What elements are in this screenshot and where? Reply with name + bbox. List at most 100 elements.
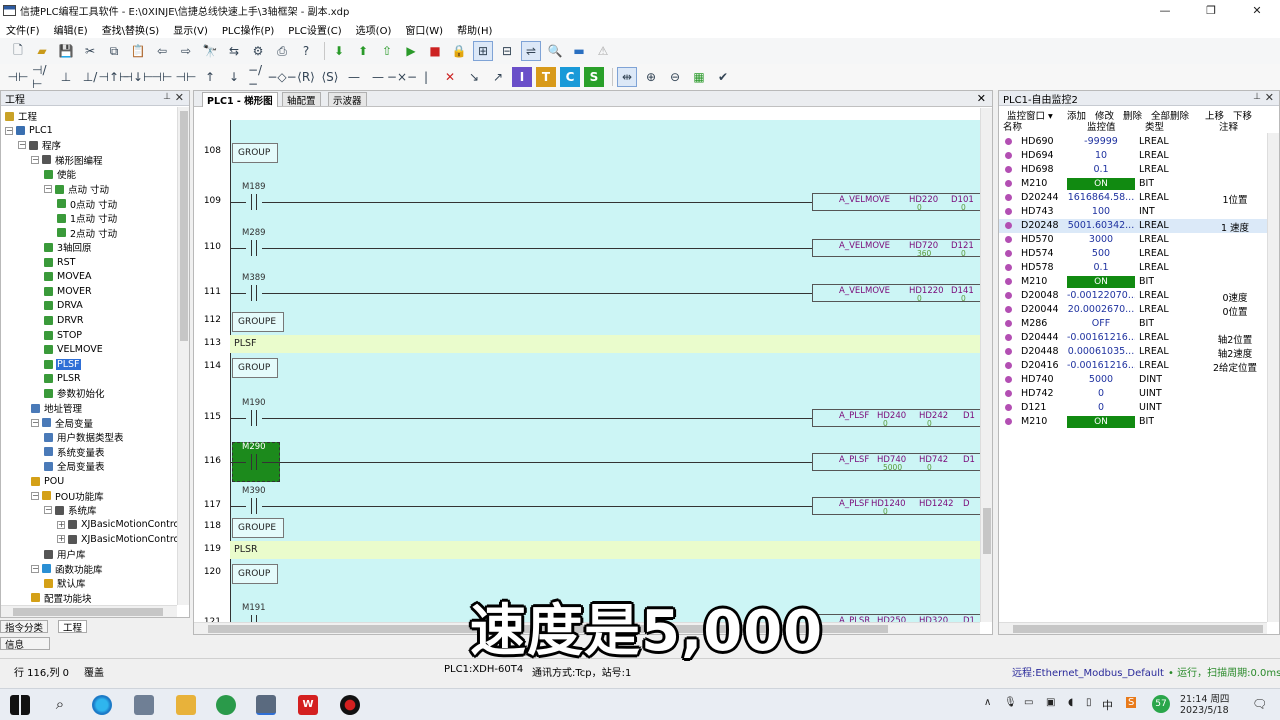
- contact-no-symbol[interactable]: [246, 285, 262, 301]
- instruction-t-icon[interactable]: T: [536, 67, 556, 87]
- vline-icon[interactable]: |: [416, 67, 436, 87]
- contact-orn-icon[interactable]: ⊥/: [80, 67, 100, 87]
- monitor-value[interactable]: ON: [1067, 276, 1135, 288]
- monitor-hscrollbar[interactable]: [999, 622, 1267, 634]
- monitor-row[interactable]: D20444 -0.00161216... LREAL 轴2位置: [999, 331, 1267, 346]
- pin-icon[interactable]: ⊥: [163, 92, 171, 102]
- monitor-value[interactable]: 1616864.58...: [1067, 192, 1135, 203]
- menu-window[interactable]: 窗口(W): [405, 22, 443, 37]
- tree-item[interactable]: 配置功能块: [31, 591, 93, 605]
- groupe-marker[interactable]: GROUPE: [232, 518, 284, 538]
- tree-item[interactable]: 地址管理: [31, 401, 83, 415]
- tray-network-icon[interactable]: ▣: [1046, 697, 1055, 708]
- monitor-row[interactable]: M210 ON BIT: [999, 415, 1267, 429]
- group-marker[interactable]: GROUP: [232, 143, 278, 163]
- close-window-button[interactable]: ✕: [1234, 0, 1280, 20]
- redo-icon[interactable]: ⇨: [176, 41, 196, 61]
- contact-p-icon[interactable]: ⊣↑⊢: [99, 67, 130, 87]
- tree-item[interactable]: PLSF: [44, 357, 81, 371]
- menu-file[interactable]: 文件(F): [6, 22, 40, 37]
- config-icon[interactable]: ⚙: [248, 41, 268, 61]
- monitor-value[interactable]: 0.1: [1067, 262, 1135, 273]
- tree-item[interactable]: − 程序: [18, 138, 62, 152]
- monitor-row[interactable]: D20248 5001.60342... LREAL 1 速度: [999, 219, 1267, 234]
- file-explorer-icon[interactable]: [176, 695, 196, 715]
- compare-icon[interactable]: ⇆: [224, 41, 244, 61]
- monitor-value[interactable]: -0.00161216...: [1067, 332, 1135, 343]
- function-block[interactable]: A_PLSF HD240 HD242 D1 0 0: [812, 409, 980, 427]
- tree-item[interactable]: STOP: [44, 328, 83, 342]
- expand-icon[interactable]: +: [57, 535, 65, 544]
- editor-close-icon[interactable]: ✕: [977, 92, 986, 105]
- tree-item[interactable]: DRVA: [44, 299, 84, 313]
- collapse-icon[interactable]: −: [18, 141, 26, 150]
- section-row[interactable]: PLSF: [230, 335, 980, 353]
- tree-item[interactable]: 0点动 寸动: [57, 197, 118, 211]
- zoom-out-icon[interactable]: ⊖: [665, 67, 685, 87]
- warning-icon[interactable]: ⚠: [593, 41, 613, 61]
- tree-item[interactable]: 1点动 寸动: [57, 211, 118, 225]
- monitor-row[interactable]: D20416 -0.00161216... LREAL 2给定位置: [999, 359, 1267, 374]
- tree-item[interactable]: RST: [44, 255, 76, 269]
- monitor-row[interactable]: M210 ON BIT: [999, 275, 1267, 289]
- search-icon[interactable]: ⌕: [50, 695, 70, 715]
- function-block[interactable]: A_VELMOVE HD1220 D141 0 0: [812, 284, 980, 302]
- tray-mic-icon[interactable]: 🎙: [1004, 697, 1017, 708]
- monitor-row[interactable]: D20044 20.0002670... LREAL 0位置: [999, 303, 1267, 318]
- monitor-value[interactable]: 0: [1067, 402, 1135, 413]
- monitor-row[interactable]: HD698 0.1 LREAL: [999, 163, 1267, 177]
- monitor-row[interactable]: HD742 0 UINT: [999, 387, 1267, 401]
- col-type[interactable]: 类型: [1145, 119, 1164, 133]
- contact-no-symbol[interactable]: [246, 498, 262, 514]
- group-marker[interactable]: GROUP: [232, 564, 278, 584]
- contact-p2-icon[interactable]: ⊣⊢: [152, 67, 173, 87]
- task-app-icon[interactable]: [134, 695, 154, 715]
- tree-item[interactable]: 全局变量表: [44, 459, 106, 473]
- tab-info[interactable]: 信息: [0, 637, 50, 651]
- tree-item[interactable]: 2点动 寸动: [57, 226, 118, 240]
- tab-instruction-category[interactable]: 指令分类: [0, 620, 49, 634]
- rising-edge-icon[interactable]: ↑: [200, 67, 220, 87]
- tree-item[interactable]: PLSR: [44, 372, 82, 386]
- contact-f-icon[interactable]: ⊣↓⊢: [123, 67, 154, 87]
- scroll-thumb[interactable]: [180, 111, 188, 341]
- instruction-c-icon[interactable]: C: [560, 67, 580, 87]
- monitor-row[interactable]: HD574 500 LREAL: [999, 247, 1267, 261]
- tree-item[interactable]: 工程: [5, 109, 38, 123]
- undo-icon[interactable]: ⇦: [152, 41, 172, 61]
- tree-item[interactable]: MOVER: [44, 284, 93, 298]
- monitor-vscrollbar[interactable]: [1267, 133, 1279, 622]
- menu-options[interactable]: 选项(O): [356, 22, 392, 37]
- expand-icon[interactable]: +: [57, 520, 65, 529]
- monitor-value[interactable]: 100: [1067, 206, 1135, 217]
- clock-date[interactable]: 2023/5/18: [1180, 705, 1229, 716]
- monitor-value[interactable]: ON: [1067, 416, 1135, 428]
- group-marker[interactable]: GROUP: [232, 358, 278, 378]
- upload-arrow-icon[interactable]: ⇧: [377, 41, 397, 61]
- ladder-canvas[interactable]: GROUP M189 A_VELMOVE HD220 D101 0 0 M289 A_VELMO…: [230, 120, 980, 622]
- tree-item[interactable]: VELMOVE: [44, 343, 104, 357]
- monitor-value[interactable]: ON: [1067, 178, 1135, 190]
- contact-nc-icon[interactable]: ⊣/⊢: [32, 63, 52, 91]
- tray-up-arrow-icon[interactable]: ∧: [984, 697, 991, 708]
- download-icon[interactable]: ⬇: [329, 41, 349, 61]
- open-folder-icon[interactable]: ▰: [32, 41, 52, 61]
- monitor-row[interactable]: HD570 3000 LREAL: [999, 233, 1267, 247]
- scroll-thumb[interactable]: [1013, 625, 1263, 633]
- tree-item[interactable]: − POU功能库: [31, 489, 105, 503]
- lock-icon[interactable]: 🔒: [449, 41, 469, 61]
- tree-hscrollbar[interactable]: [1, 605, 177, 617]
- delete-vline-icon[interactable]: ✕: [440, 67, 460, 87]
- record-icon[interactable]: [340, 695, 360, 715]
- monitor-value[interactable]: -0.00122070...: [1067, 290, 1135, 301]
- monitor-row[interactable]: D121 0 UINT: [999, 401, 1267, 415]
- ladder-vscrollbar[interactable]: [980, 108, 992, 622]
- coil-s-icon[interactable]: ⟨S⟩: [320, 67, 340, 87]
- edge-browser-icon[interactable]: [92, 695, 112, 715]
- monitor-icon[interactable]: ⊞: [473, 41, 493, 61]
- contact-no-symbol[interactable]: [246, 615, 262, 622]
- tab-project[interactable]: 工程: [58, 620, 88, 634]
- tray-badge[interactable]: 57: [1152, 695, 1170, 713]
- tree-item[interactable]: 3轴回原: [44, 240, 93, 254]
- tree-item[interactable]: 默认库: [44, 576, 87, 590]
